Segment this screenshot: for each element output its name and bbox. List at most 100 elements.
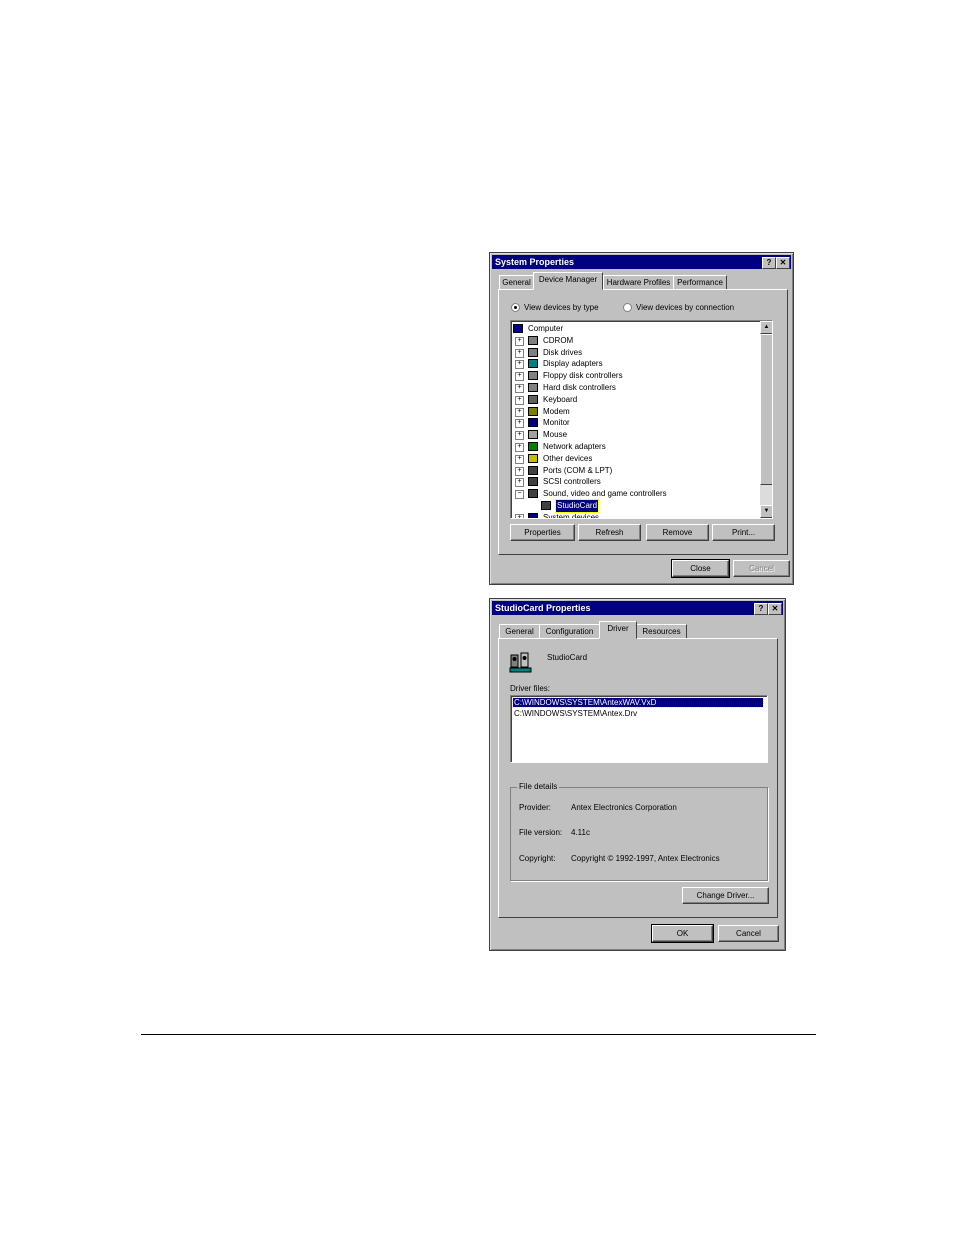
page-divider (141, 1034, 816, 1035)
help-button[interactable]: ? (762, 257, 776, 269)
expand-icon[interactable]: + (515, 384, 524, 393)
tree-item[interactable]: + Disk drives (511, 347, 759, 359)
radio-label: View devices by connection (636, 303, 735, 312)
expand-icon[interactable]: + (515, 348, 524, 358)
refresh-button[interactable]: Refresh (578, 524, 641, 541)
tree-item[interactable]: + Display adapters (511, 358, 759, 370)
expand-icon[interactable]: + (515, 419, 524, 429)
tree-item[interactable]: + Other devices (511, 453, 759, 465)
tree-item[interactable]: + System devices (511, 512, 759, 518)
expand-icon[interactable]: + (515, 431, 524, 441)
tree-item-label: Monitor (543, 418, 570, 428)
expand-icon[interactable]: + (515, 407, 524, 417)
tree-item[interactable]: Computer (511, 323, 759, 335)
radio-view-by-type[interactable]: View devices by type (511, 303, 599, 313)
computer-icon (513, 324, 523, 333)
radio-view-by-connection[interactable]: View devices by connection (623, 303, 735, 313)
tree-item[interactable]: + Hard disk controllers (511, 382, 759, 394)
close-button[interactable]: Close (671, 559, 730, 578)
close-icon[interactable]: ✕ (768, 603, 782, 615)
floppy-controller-icon (528, 371, 538, 381)
tab-driver[interactable]: Driver (599, 621, 637, 639)
radio-label: View devices by type (524, 303, 599, 312)
title-bar[interactable]: System Properties ? ✕ (492, 255, 791, 269)
driver-panel: StudioCard Driver files: C:\WINDOWS\SYST… (498, 638, 778, 918)
tab-label: Performance (677, 278, 723, 287)
help-button[interactable]: ? (754, 603, 768, 615)
mouse-icon (528, 430, 538, 440)
copyright-value: Copyright © 1992-1997, Antex Electronics (571, 854, 720, 863)
expand-icon[interactable]: + (515, 478, 524, 488)
expand-icon[interactable]: + (515, 395, 524, 405)
print-button[interactable]: Print... (712, 524, 775, 541)
tree-item[interactable]: + Monitor (511, 417, 759, 429)
button-label: Remove (662, 528, 693, 537)
change-driver-button[interactable]: Change Driver... (682, 887, 769, 904)
tab-label: General (505, 627, 534, 636)
button-label: Properties (524, 528, 561, 537)
properties-button[interactable]: Properties (510, 524, 575, 541)
vertical-scrollbar[interactable]: ▲ ▼ (760, 321, 772, 518)
tab-performance[interactable]: Performance (673, 275, 727, 290)
hard-disk-controller-icon (528, 383, 538, 392)
tree-item-label: Sound, video and game controllers (543, 489, 667, 499)
tree-item-label: Keyboard (543, 394, 578, 404)
tree-item-label: Modem (543, 406, 570, 416)
expand-icon[interactable]: + (515, 360, 524, 370)
file-details-group: File details Provider: Antex Electronics… (510, 782, 768, 881)
copyright-label: Copyright: (519, 854, 556, 863)
tab-label: Resources (642, 627, 681, 636)
tree-item[interactable]: + Mouse (511, 429, 759, 441)
expand-icon[interactable]: + (515, 443, 524, 452)
remove-button[interactable]: Remove (646, 524, 709, 541)
driver-file-item[interactable]: C:\WINDOWS\SYSTEM\AntexWAV.VxD (512, 697, 764, 708)
expand-icon[interactable]: + (515, 454, 524, 464)
tab-device-manager[interactable]: Device Manager (533, 272, 603, 290)
tree-item[interactable]: StudioCard (511, 499, 759, 513)
question-mark-icon (528, 453, 538, 463)
cancel-button[interactable]: Cancel (733, 560, 790, 577)
tab-label: General (502, 278, 531, 287)
tree-item[interactable]: + Floppy disk controllers (511, 370, 759, 382)
tree-item-label: CDROM (543, 335, 574, 345)
driver-files-list[interactable]: C:\WINDOWS\SYSTEM\AntexWAV.VxD C:\WINDOW… (510, 695, 768, 763)
button-label: Change Driver... (696, 891, 755, 900)
scroll-thumb[interactable] (760, 334, 772, 485)
tab-hardware-profiles[interactable]: Hardware Profiles (603, 275, 674, 290)
tab-general[interactable]: General (499, 624, 540, 639)
tree-item[interactable]: + Modem (511, 406, 759, 418)
provider-value: Antex Electronics Corporation (571, 803, 677, 812)
scroll-up-icon[interactable]: ▲ (760, 321, 772, 334)
tab-configuration[interactable]: Configuration (539, 624, 600, 639)
tree-item-label: SCSI controllers (543, 477, 601, 487)
driver-files-label: Driver files: (510, 684, 551, 693)
tree-item[interactable]: + Ports (COM & LPT) (511, 465, 759, 477)
scroll-down-icon[interactable]: ▼ (760, 505, 772, 518)
device-tree[interactable]: Computer + CDROM + Disk drives + Display adapt… (510, 320, 773, 519)
ok-button[interactable]: OK (651, 924, 714, 943)
cancel-button[interactable]: Cancel (718, 925, 779, 942)
title-bar[interactable]: StudioCard Properties ? ✕ (492, 601, 783, 615)
tree-item[interactable]: − Sound, video and game controllers (511, 488, 759, 500)
expand-icon[interactable]: + (515, 336, 524, 346)
file-version-label: File version: (519, 828, 563, 837)
tree-item[interactable]: + SCSI controllers (511, 476, 759, 488)
tree-item[interactable]: + Network adapters (511, 441, 759, 453)
tree-item-label: Computer (528, 324, 564, 333)
cdrom-icon (528, 335, 538, 345)
button-label: Close (690, 564, 711, 573)
close-icon[interactable]: ✕ (776, 257, 790, 269)
expand-icon[interactable]: + (515, 513, 524, 518)
expand-icon[interactable]: + (515, 466, 524, 476)
tab-resources[interactable]: Resources (636, 624, 687, 639)
provider-label: Provider: (519, 803, 552, 812)
collapse-icon[interactable]: − (515, 490, 524, 500)
button-label: OK (676, 929, 689, 938)
tab-general[interactable]: General (499, 275, 534, 290)
driver-file-item[interactable]: C:\WINDOWS\SYSTEM\Antex.Drv (514, 709, 637, 718)
system-devices-icon (528, 512, 538, 518)
tree-item[interactable]: + CDROM (511, 335, 759, 347)
tree-item[interactable]: + Keyboard (511, 394, 759, 406)
expand-icon[interactable]: + (515, 372, 524, 382)
tree-item-label: Disk drives (543, 347, 583, 357)
